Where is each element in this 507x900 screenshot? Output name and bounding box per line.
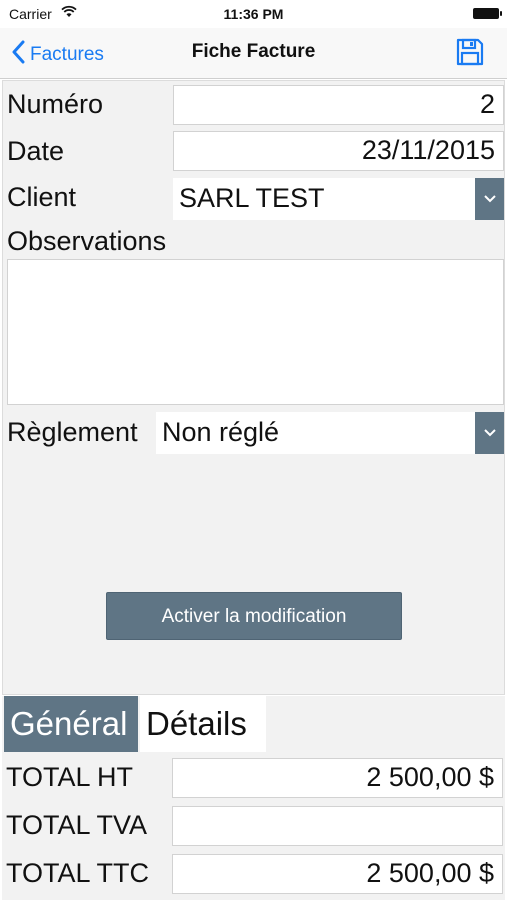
tab-general[interactable]: Général <box>4 696 138 752</box>
battery-icon <box>473 8 502 19</box>
save-button[interactable] <box>455 37 485 72</box>
total-ttc-label: TOTAL TTC <box>6 858 150 888</box>
total-ht-label: TOTAL HT <box>6 762 134 792</box>
navigation-bar: Factures Fiche Facture <box>0 28 507 79</box>
client-select[interactable]: SARL TEST <box>173 178 504 220</box>
observations-label: Observations <box>7 226 167 256</box>
total-ttc-field[interactable]: 2 500,00 $ <box>172 854 503 894</box>
client-select-value: SARL TEST <box>179 183 325 213</box>
totals-panel: TOTAL HT 2 500,00 $ TOTAL TVA TOTAL TTC … <box>2 752 505 900</box>
numero-field[interactable]: 2 <box>173 85 504 125</box>
chevron-down-icon <box>475 178 504 220</box>
date-field[interactable]: 23/11/2015 <box>173 131 504 171</box>
invoice-form: Numéro 2 Date 23/11/2015 Client SARL TES… <box>2 80 505 695</box>
status-bar: Carrier 11:36 PM <box>0 0 507 28</box>
page-title: Fiche Facture <box>191 41 316 62</box>
reglement-select-value: Non réglé <box>162 417 280 447</box>
chevron-down-icon <box>475 412 504 454</box>
tab-details[interactable]: Détails <box>140 696 266 752</box>
numero-label: Numéro <box>7 89 104 119</box>
total-tva-field[interactable] <box>172 806 503 846</box>
client-label: Client <box>7 182 77 212</box>
tab-bar: Général Détails <box>2 696 505 752</box>
date-label: Date <box>7 136 65 166</box>
save-icon <box>455 38 485 71</box>
total-ht-field[interactable]: 2 500,00 $ <box>172 758 503 798</box>
clock: 11:36 PM <box>223 6 284 22</box>
total-tva-label: TOTAL TVA <box>6 810 148 840</box>
reglement-select[interactable]: Non réglé <box>156 412 504 454</box>
activate-edit-button[interactable]: Activer la modification <box>106 592 402 640</box>
reglement-label: Règlement <box>7 417 138 447</box>
observations-textarea[interactable] <box>7 259 504 405</box>
